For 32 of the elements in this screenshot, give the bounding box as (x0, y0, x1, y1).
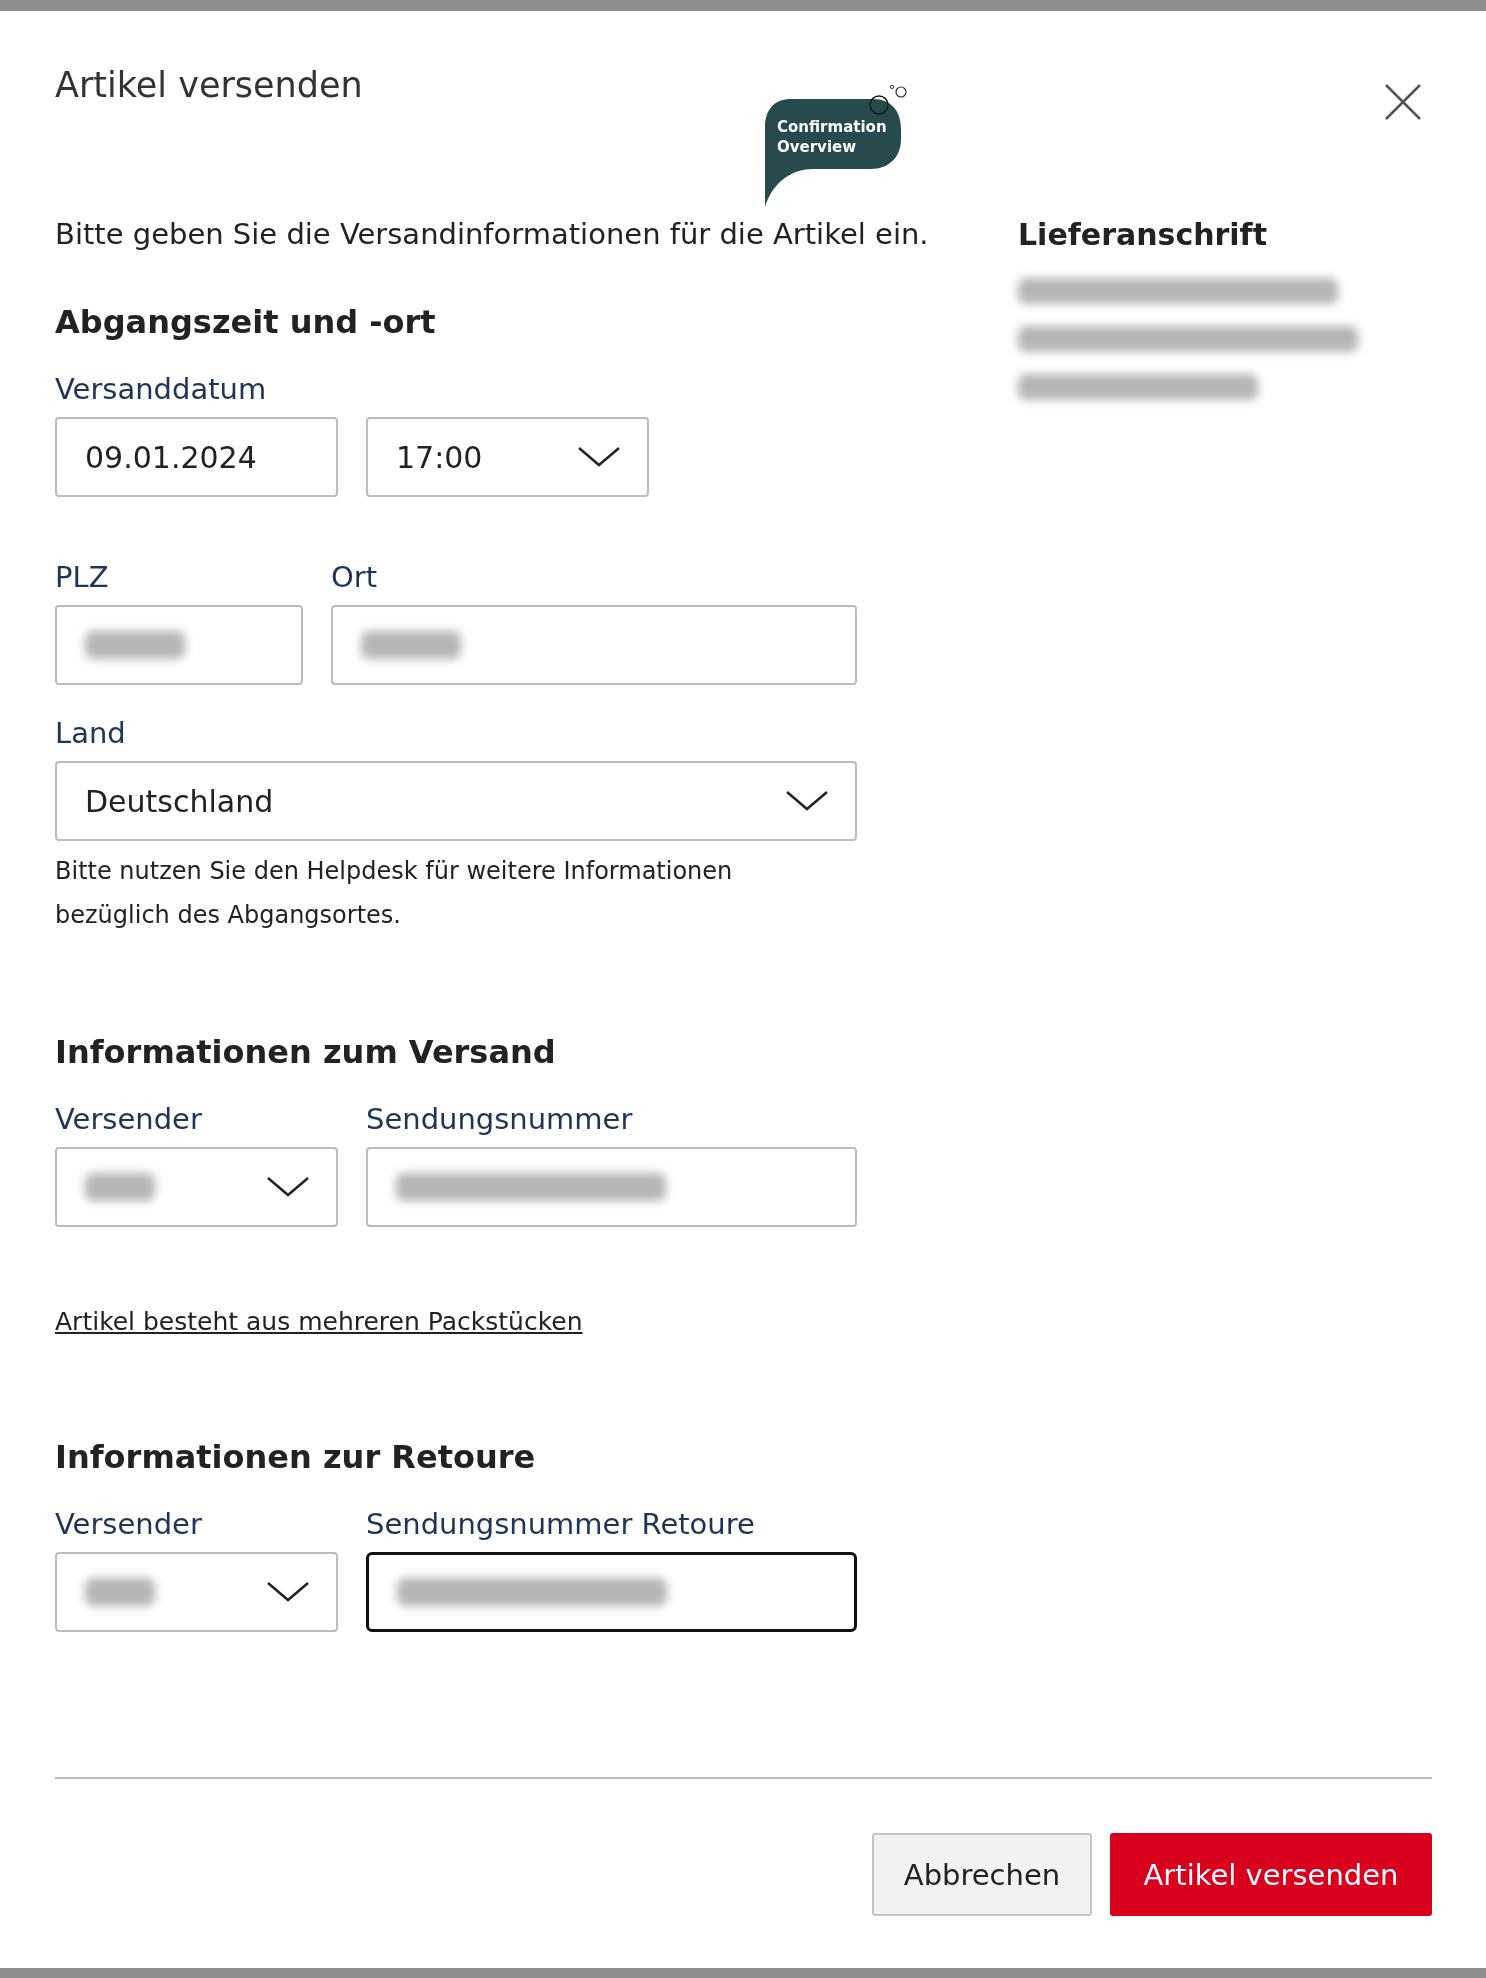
dropdown-field[interactable]: 17:00 (366, 417, 649, 497)
input-field[interactable] (55, 605, 303, 685)
multiple-packages-link[interactable]: Artikel besteht aus mehreren Packstücken (55, 1307, 583, 1336)
section-heading: Informationen zum Versand (55, 1033, 557, 1071)
field-label: Land (55, 715, 127, 751)
dialog-title: Artikel versenden (55, 65, 363, 105)
chevron-down-icon (785, 790, 829, 812)
dropdown-field[interactable]: Deutschland (55, 761, 857, 841)
section-heading: Abgangszeit und -ort (55, 303, 437, 341)
field-label: Sendungsnummer (366, 1101, 634, 1137)
field-label: Versanddatum (55, 371, 268, 407)
intro-text: Bitte geben Sie die Versandinformationen für die Artikel ein. (55, 217, 930, 251)
dropdown-field[interactable] (55, 1147, 338, 1227)
address-heading: Lieferanschrift (1018, 217, 1268, 252)
field-label: Versender (55, 1101, 203, 1137)
field-label: Versender (55, 1506, 203, 1542)
help-text: Bitte nutzen Sie den Helpdesk für weitere Informationen bezüglich des Abgangsortes. (55, 856, 734, 931)
input-field[interactable]: 09.01.2024 (55, 417, 338, 497)
input-field[interactable] (366, 1552, 857, 1632)
field-label: Sendungsnummer Retoure (366, 1506, 756, 1542)
dropdown-field[interactable] (55, 1552, 338, 1632)
cancel-button[interactable]: Abbrechen (872, 1833, 1092, 1916)
chevron-down-icon (577, 446, 621, 468)
field-label: Ort (331, 559, 379, 595)
chevron-down-icon (266, 1176, 310, 1198)
field-label: PLZ (55, 559, 110, 595)
send-button[interactable]: Artikel versenden (1110, 1833, 1432, 1916)
chevron-down-icon (266, 1581, 310, 1603)
input-field[interactable] (331, 605, 857, 685)
close-icon[interactable] (1384, 83, 1422, 121)
section-heading: Informationen zur Retoure (55, 1438, 537, 1476)
input-field[interactable] (366, 1147, 857, 1227)
